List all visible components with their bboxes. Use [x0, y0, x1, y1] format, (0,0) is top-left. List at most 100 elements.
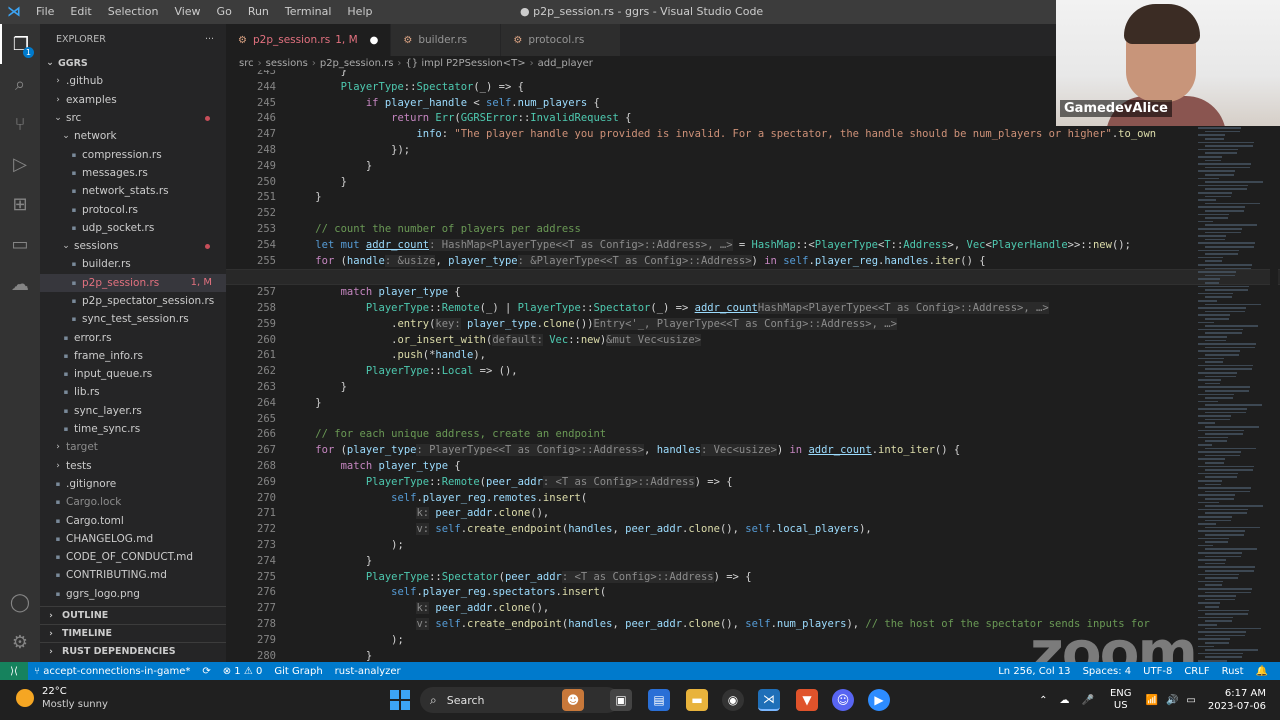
- language-mode[interactable]: Rust: [1216, 666, 1250, 677]
- encoding[interactable]: UTF-8: [1137, 666, 1178, 677]
- code-line[interactable]: PlayerType::Local => (),: [290, 364, 518, 380]
- file-item[interactable]: ▪ ggrs_logo.png: [40, 585, 226, 603]
- code-line[interactable]: );: [290, 633, 404, 649]
- code-line[interactable]: info: "The player handle you provided is…: [290, 127, 1156, 143]
- folder-item[interactable]: › .github: [40, 72, 226, 90]
- file-item[interactable]: ▪ Cargo.lock: [40, 493, 226, 511]
- search-highlight-icon[interactable]: ☻: [562, 689, 584, 711]
- file-item[interactable]: ▪ error.rs: [40, 328, 226, 346]
- minimap[interactable]: [1198, 120, 1268, 662]
- language-indicator[interactable]: ENG US: [1110, 688, 1132, 712]
- code-area[interactable]: } PlayerType::Spectator(_) => { if playe…: [226, 70, 1280, 662]
- file-item[interactable]: ▪ builder.rs: [40, 255, 226, 273]
- notifications-bell-icon[interactable]: 🔔: [1250, 666, 1274, 677]
- weather-widget[interactable]: 22°C Mostly sunny: [16, 685, 108, 711]
- code-line[interactable]: }: [290, 70, 347, 80]
- battery-icon[interactable]: ▭: [1186, 695, 1195, 706]
- file-item[interactable]: ▪ network_stats.rs: [40, 182, 226, 200]
- file-item[interactable]: ▪ CHANGELOG.md: [40, 530, 226, 548]
- file-item[interactable]: ▪ p2p_spectator_session.rs: [40, 292, 226, 310]
- indentation[interactable]: Spaces: 4: [1077, 666, 1138, 677]
- code-line[interactable]: .or_insert_with(default: Vec::new)&mut V…: [290, 333, 701, 349]
- folder-item[interactable]: › tests: [40, 457, 226, 475]
- store-icon[interactable]: ▤: [648, 689, 670, 711]
- timeline-section[interactable]: › TIMELINE: [40, 624, 226, 642]
- explorer-more-button[interactable]: ···: [205, 34, 214, 45]
- file-item[interactable]: ▪ compression.rs: [40, 145, 226, 163]
- menu-view[interactable]: View: [166, 0, 208, 24]
- code-line[interactable]: // for each unique address, create an en…: [290, 427, 606, 443]
- wifi-icon[interactable]: 📶: [1146, 695, 1158, 706]
- taskbar-search[interactable]: ⌕ Search: [420, 687, 620, 713]
- settings-gear-icon[interactable]: ⚙: [0, 622, 40, 662]
- search-icon[interactable]: ⌕: [0, 64, 40, 104]
- brave-browser-icon[interactable]: ▼: [796, 689, 818, 711]
- code-line[interactable]: let mut addr_count: HashMap<PlayerType<<…: [290, 238, 1131, 254]
- code-line[interactable]: PlayerType::Remote(_) | PlayerType::Spec…: [290, 301, 1049, 317]
- code-line[interactable]: });: [290, 143, 410, 159]
- vscode-taskbar-icon[interactable]: ⋊: [758, 689, 780, 711]
- breadcrumb-item[interactable]: sessions: [266, 58, 308, 69]
- code-editor[interactable]: 243 244 245 246 247 248 249 250 251 252 253 254 255 2…: [226, 70, 1280, 662]
- code-line[interactable]: }: [290, 380, 347, 396]
- menu-go[interactable]: Go: [209, 0, 240, 24]
- unsaved-dot-icon[interactable]: ●: [370, 35, 379, 46]
- code-line[interactable]: }: [290, 159, 372, 175]
- code-line[interactable]: PlayerType::Remote(peer_addr: <T as Conf…: [290, 475, 733, 491]
- folder-item[interactable]: › examples: [40, 91, 226, 109]
- sync-icon[interactable]: ⟳: [196, 666, 216, 677]
- tab-builder[interactable]: ⚙ builder.rs: [391, 24, 502, 56]
- code-line[interactable]: for (player_type: PlayerType<<T as Confi…: [290, 443, 960, 459]
- remote-explorer-icon[interactable]: ▭: [0, 224, 40, 264]
- folder-item[interactable]: ⌄ sessions: [40, 237, 226, 255]
- remote-indicator-icon[interactable]: ⟩⟨: [0, 662, 28, 680]
- volume-icon[interactable]: 🔊: [1166, 695, 1178, 706]
- rust-analyzer-status[interactable]: rust-analyzer: [329, 666, 407, 677]
- tab-protocol[interactable]: ⚙ protocol.rs: [501, 24, 622, 56]
- onedrive-icon[interactable]: ☁: [1060, 695, 1070, 706]
- file-item[interactable]: ▪ sync_test_session.rs: [40, 310, 226, 328]
- menu-run[interactable]: Run: [240, 0, 277, 24]
- menu-file[interactable]: File: [28, 0, 62, 24]
- run-debug-icon[interactable]: ▷: [0, 144, 40, 184]
- file-explorer-icon[interactable]: ▬: [686, 689, 708, 711]
- menu-edit[interactable]: Edit: [62, 0, 99, 24]
- outline-section[interactable]: › OUTLINE: [40, 606, 226, 624]
- menu-selection[interactable]: Selection: [100, 0, 167, 24]
- tray-chevron-up-icon[interactable]: ⌃: [1039, 695, 1047, 706]
- microphone-icon[interactable]: 🎤: [1082, 695, 1094, 706]
- code-line[interactable]: PlayerType::Spectator(peer_addr: <T as C…: [290, 570, 752, 586]
- docker-icon[interactable]: ☁: [0, 264, 40, 304]
- code-line[interactable]: v: self.create_endpoint(handles, peer_ad…: [290, 617, 1150, 633]
- file-item[interactable]: ▪ messages.rs: [40, 164, 226, 182]
- folder-item[interactable]: › target: [40, 438, 226, 456]
- tab-p2p-session[interactable]: ⚙ p2p_session.rs 1, M ●: [226, 24, 392, 56]
- code-line[interactable]: self.player_reg.remotes.insert(: [290, 491, 587, 507]
- git-graph-button[interactable]: Git Graph: [268, 666, 328, 677]
- zoom-app-icon[interactable]: ▶: [868, 689, 890, 711]
- task-view-icon[interactable]: ▣: [610, 689, 632, 711]
- folder-item[interactable]: ⌄ network: [40, 127, 226, 145]
- source-control-icon[interactable]: ⑂: [0, 104, 40, 144]
- file-item[interactable]: ▪ input_queue.rs: [40, 365, 226, 383]
- clock[interactable]: 6:17 AM 2023-07-06: [1208, 687, 1266, 713]
- file-item[interactable]: ▪ CONTRIBUTING.md: [40, 566, 226, 584]
- line-ending[interactable]: CRLF: [1178, 666, 1215, 677]
- code-line[interactable]: return Err(GGRSError::InvalidRequest {: [290, 111, 631, 127]
- code-line[interactable]: match player_type {: [290, 285, 461, 301]
- code-line[interactable]: }: [290, 554, 372, 570]
- cursor-position[interactable]: Ln 256, Col 13: [992, 666, 1076, 677]
- editor-scrollbar[interactable]: [1270, 70, 1278, 662]
- extensions-icon[interactable]: ⊞: [0, 184, 40, 224]
- code-line[interactable]: .push(*handle),: [290, 348, 486, 364]
- breadcrumb-item[interactable]: add_player: [538, 58, 593, 69]
- code-line[interactable]: self.player_reg.spectators.insert(: [290, 585, 606, 601]
- folder-item[interactable]: ⌄ src: [40, 109, 226, 127]
- file-item[interactable]: ▪ .gitignore: [40, 475, 226, 493]
- discord-icon[interactable]: ☺: [832, 689, 854, 711]
- breadcrumb-item[interactable]: p2p_session.rs: [320, 58, 394, 69]
- code-line[interactable]: k: peer_addr.clone(),: [290, 506, 549, 522]
- code-line[interactable]: [226, 269, 1280, 286]
- file-item[interactable]: ▪ time_sync.rs: [40, 420, 226, 438]
- file-item[interactable]: ▪ protocol.rs: [40, 200, 226, 218]
